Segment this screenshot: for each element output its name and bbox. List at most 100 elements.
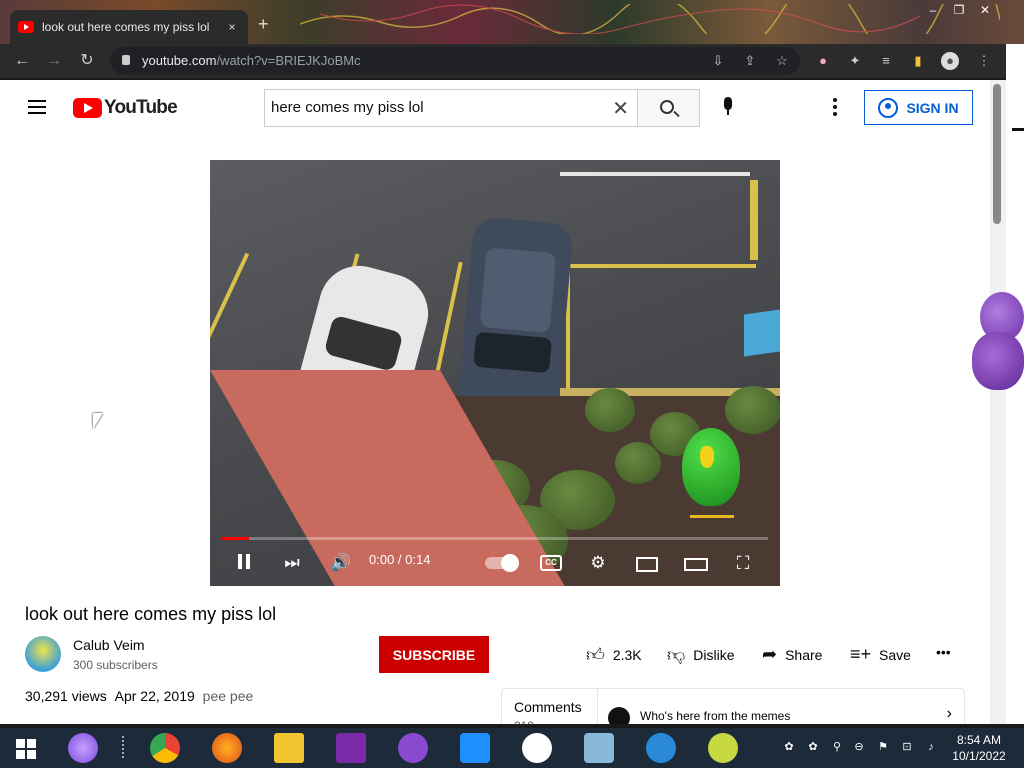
youtube-wordmark: YouTube [104, 97, 178, 118]
side-panel-icon[interactable]: ▮ [909, 52, 927, 70]
youtube-play-logo-icon [73, 98, 102, 118]
video-title: look out here comes my piss lol [25, 604, 277, 624]
accessible-parking-sign [744, 309, 780, 357]
tray-status-icon[interactable]: ⊖ [852, 740, 866, 754]
fullscreen-icon[interactable]: ⛶ [733, 554, 753, 572]
install-app-icon[interactable]: ⇩ [710, 53, 726, 69]
desktop-edge-mark [1012, 128, 1024, 131]
yahoo-messenger-icon[interactable] [336, 733, 366, 763]
share-page-icon[interactable]: ⇪ [742, 53, 758, 69]
volume-tray-icon[interactable]: ♪ [924, 740, 938, 754]
media-player-icon[interactable] [584, 733, 614, 763]
firefox-icon[interactable] [212, 733, 242, 763]
save-label: Save [879, 646, 911, 663]
close-window-button[interactable]: ✕ [974, 2, 996, 18]
dislike-button[interactable]: 👎︎ Dislike [667, 644, 735, 666]
share-arrow-icon: ➦ [762, 644, 778, 664]
subscriber-count: 300 subscribers [73, 658, 158, 672]
minimize-button[interactable]: – [922, 2, 944, 18]
taskbar-clock[interactable]: 8:54 AM 10/1/2022 [946, 732, 1012, 764]
bush [725, 386, 780, 434]
tray-app-icon[interactable]: ✿ [782, 740, 796, 754]
pause-icon[interactable] [234, 554, 254, 572]
voice-search-mic-icon[interactable] [722, 97, 734, 119]
profile-flag-icon[interactable]: ● [814, 52, 832, 70]
clear-search-icon[interactable]: ✕ [612, 96, 629, 121]
bonzibuddy-purple-gorilla-icon[interactable] [972, 292, 1024, 392]
cortana-icon[interactable] [68, 733, 98, 763]
comments-teaser[interactable]: Comments 219 Who's here from the memes › [501, 688, 965, 724]
new-tab-button[interactable]: + [258, 14, 269, 35]
theater-mode-icon[interactable] [684, 558, 708, 571]
subscribe-button[interactable]: SUBSCRIBE [379, 636, 489, 673]
bookmark-star-icon[interactable]: ☆ [774, 53, 790, 69]
search-button[interactable] [637, 89, 700, 127]
parking-line [560, 172, 750, 176]
thumbs-up-icon: 👍︎ [586, 645, 605, 665]
file-explorer-icon[interactable] [274, 733, 304, 763]
bush [585, 388, 635, 432]
network-icon[interactable]: ⊡ [900, 740, 914, 754]
windows-taskbar: ✿ ✿ ⚲ ⊖ ⚑ ⊡ ♪ 8:54 AM 10/1/2022 [0, 728, 1024, 768]
green-parrot-overlay [676, 428, 746, 528]
profile-avatar-icon[interactable]: ● [941, 52, 959, 70]
page-scrollbar[interactable] [990, 80, 1006, 724]
extensions-puzzle-icon[interactable]: ✦ [846, 52, 864, 70]
progress-played [222, 537, 250, 540]
settings-kebab-icon[interactable] [833, 98, 837, 119]
chrome-icon[interactable] [150, 733, 180, 763]
youtube-logo[interactable]: YouTube [73, 97, 178, 119]
back-arrow-icon[interactable]: ← [12, 51, 32, 71]
comments-label: Comments [514, 699, 582, 715]
tray-app-icon[interactable]: ✿ [806, 740, 820, 754]
yandex-browser-icon[interactable] [522, 733, 552, 763]
sign-in-button[interactable]: SIGN IN [864, 90, 973, 125]
url-text: youtube.com/watch?v=BRIEJKJoBMc [142, 53, 361, 68]
reload-icon[interactable]: ↻ [77, 51, 97, 71]
browser-menu-icon[interactable]: ⋮ [975, 52, 993, 70]
video-progress-bar[interactable] [222, 537, 768, 540]
tab-close-icon[interactable]: × [224, 20, 240, 34]
tray-search-icon[interactable]: ⚲ [830, 740, 844, 754]
forward-arrow-icon[interactable]: → [44, 51, 64, 71]
media-queue-icon[interactable]: ≡ [877, 52, 895, 70]
save-button[interactable]: ≡+ Save [850, 644, 911, 665]
menu-hamburger-icon[interactable] [28, 100, 46, 114]
miniplayer-icon[interactable] [636, 557, 658, 572]
more-actions-button[interactable]: ••• [936, 644, 951, 660]
maximize-button[interactable]: ❐ [948, 2, 970, 18]
bonzibuddy-taskbar-icon[interactable] [398, 733, 428, 763]
volume-icon[interactable]: 🔊 [330, 554, 351, 572]
mouse-cursor-icon [93, 413, 103, 429]
settings-gear-icon[interactable]: ⚙ [588, 554, 608, 572]
active-tab[interactable]: look out here comes my piss lol × [10, 10, 248, 44]
edge-browser-icon[interactable] [646, 733, 676, 763]
dislike-label: Dislike [693, 647, 735, 663]
app-store-icon[interactable] [460, 733, 490, 763]
ccleaner-icon[interactable] [708, 733, 738, 763]
comments-divider [597, 689, 598, 724]
search-input[interactable]: here comes my piss lol ✕ [264, 89, 637, 127]
upload-date: Apr 22, 2019 [114, 688, 195, 704]
video-player[interactable]: ⏭ 🔊 0:00 / 0:14 CC ⚙ ⛶ [210, 160, 780, 586]
channel-avatar[interactable] [25, 636, 61, 672]
windows-start-icon[interactable] [16, 739, 36, 759]
comments-count: 219 [514, 719, 534, 724]
like-button[interactable]: 👍︎ 2.3K [586, 644, 642, 666]
task-view-icon[interactable] [122, 736, 127, 758]
sign-in-label: SIGN IN [906, 99, 959, 116]
address-bar[interactable]: youtube.com/watch?v=BRIEJKJoBMc ⇩ ⇪ ☆ [110, 47, 800, 75]
lock-icon [122, 55, 130, 65]
channel-name[interactable]: Calub Veim [73, 637, 145, 653]
autoplay-toggle[interactable] [485, 554, 519, 572]
parking-line [566, 264, 756, 268]
share-button[interactable]: ➦ Share [762, 644, 822, 665]
chevron-right-icon[interactable]: › [947, 705, 952, 723]
browser-tab-strip: look out here comes my piss lol × + – ❐ … [0, 0, 1024, 44]
browser-toolbar: ← → ↻ youtube.com/watch?v=BRIEJKJoBMc ⇩ … [0, 44, 1006, 78]
commenter-avatar [608, 707, 630, 724]
subtitles-cc-button[interactable]: CC [540, 555, 562, 571]
tray-flag-icon[interactable]: ⚑ [876, 740, 890, 754]
scrollbar-thumb[interactable] [993, 84, 1001, 224]
next-video-icon[interactable]: ⏭ [282, 554, 302, 572]
